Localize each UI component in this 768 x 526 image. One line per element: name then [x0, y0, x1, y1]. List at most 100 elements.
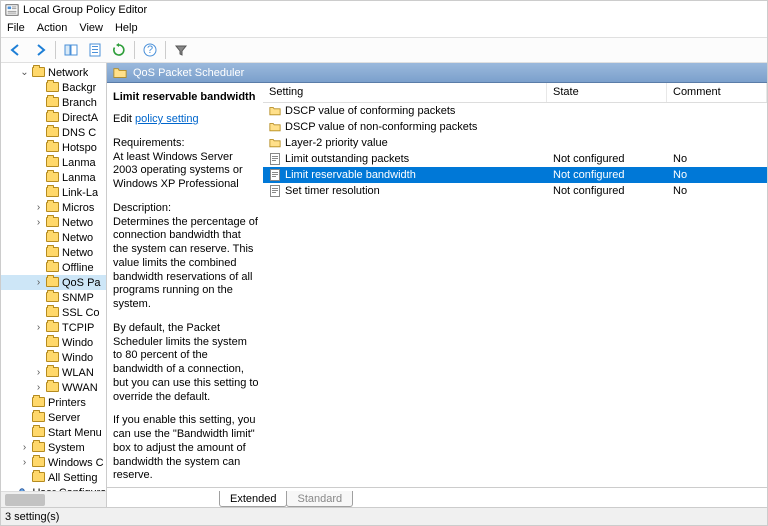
forward-button[interactable] — [29, 39, 51, 61]
tree-item-label: WLAN — [62, 367, 94, 379]
tree-item[interactable]: Lanma — [1, 170, 106, 185]
tree-item[interactable]: Lanma — [1, 155, 106, 170]
tree-item-label: SNMP — [62, 292, 94, 304]
folder-icon — [32, 457, 46, 469]
help-button[interactable]: ? — [139, 39, 161, 61]
folder-icon — [32, 397, 46, 409]
setting-heading: Limit reservable bandwidth — [113, 91, 259, 103]
col-header-setting[interactable]: Setting — [263, 83, 547, 102]
menu-action[interactable]: Action — [37, 22, 68, 34]
tree-item[interactable]: Windo — [1, 350, 106, 365]
expand-icon[interactable]: › — [33, 277, 44, 288]
tree-item[interactable]: DirectA — [1, 110, 106, 125]
tree-item[interactable]: Hotspo — [1, 140, 106, 155]
tree-item[interactable]: Windo — [1, 335, 106, 350]
menu-file[interactable]: File — [7, 22, 25, 34]
scrollbar-thumb[interactable] — [5, 494, 45, 506]
tree-item[interactable]: Server — [1, 410, 106, 425]
toolbar: ? — [1, 37, 767, 63]
tree-item-label: Hotspo — [62, 142, 97, 154]
menu-view[interactable]: View — [79, 22, 103, 34]
tab-standard[interactable]: Standard — [286, 491, 353, 507]
expand-icon[interactable]: › — [33, 217, 44, 228]
back-button[interactable] — [5, 39, 27, 61]
tree-item[interactable]: Printers — [1, 395, 106, 410]
tree-item[interactable]: ›Windows C — [1, 455, 106, 470]
tree-item[interactable]: All Setting — [1, 470, 106, 485]
tree-item[interactable]: ⌄Network — [1, 65, 106, 80]
tree-item[interactable]: SSL Co — [1, 305, 106, 320]
requirements-text: At least Windows Server 2003 operating s… — [113, 151, 259, 192]
col-header-comment[interactable]: Comment — [667, 83, 767, 102]
tree-item-label: WWAN — [62, 382, 98, 394]
tree-item[interactable]: Backgr — [1, 80, 106, 95]
setting-row[interactable]: Limit outstanding packetsNot configuredN… — [263, 151, 767, 167]
folder-icon — [32, 412, 46, 424]
description-text-2: By default, the Packet Scheduler limits … — [113, 322, 259, 405]
list-rows[interactable]: DSCP value of conforming packets DSCP val… — [263, 103, 767, 487]
tree-item[interactable]: Link-La — [1, 185, 106, 200]
edit-policy-link[interactable]: policy setting — [135, 113, 199, 125]
tree-item[interactable]: › WLAN — [1, 365, 106, 380]
expand-icon[interactable]: › — [19, 442, 30, 453]
policy-icon — [269, 169, 281, 181]
tree-item[interactable]: Netwo — [1, 230, 106, 245]
expand-icon[interactable]: › — [33, 322, 44, 333]
status-bar: 3 setting(s) — [1, 507, 767, 525]
tree-item[interactable]: ›Netwo — [1, 215, 106, 230]
tree-item[interactable]: ›Micros — [1, 200, 106, 215]
folder-icon — [46, 292, 60, 304]
status-text: 3 setting(s) — [5, 511, 59, 523]
tree-item[interactable]: Netwo — [1, 245, 106, 260]
menu-help[interactable]: Help — [115, 22, 138, 34]
setting-name: DSCP value of non-conforming packets — [285, 121, 477, 133]
expand-icon[interactable]: › — [33, 202, 44, 213]
setting-name: Limit outstanding packets — [285, 153, 409, 165]
tree-item[interactable]: ›System — [1, 440, 106, 455]
refresh-button[interactable] — [108, 39, 130, 61]
toolbar-separator — [55, 41, 56, 59]
folder-icon — [46, 367, 60, 379]
tree-item-label: All Setting — [48, 472, 98, 484]
folder-icon — [46, 172, 60, 184]
setting-row[interactable]: Limit reservable bandwidthNot configured… — [263, 167, 767, 183]
setting-row[interactable]: Set timer resolutionNot configuredNo — [263, 183, 767, 199]
settings-list: Setting State Comment DSCP value of conf… — [263, 83, 767, 487]
setting-row[interactable]: Layer-2 priority value — [263, 135, 767, 151]
col-header-state[interactable]: State — [547, 83, 667, 102]
setting-row[interactable]: DSCP value of conforming packets — [263, 103, 767, 119]
description-text-3: If you enable this setting, you can use … — [113, 414, 259, 483]
folder-icon — [269, 121, 281, 133]
tree-item-label: Lanma — [62, 172, 96, 184]
nav-tree[interactable]: ⌄NetworkBackgrBranchDirectADNS CHotspoLa… — [1, 65, 106, 507]
tree-item[interactable]: Offline — [1, 260, 106, 275]
expand-icon[interactable]: › — [19, 457, 30, 468]
toolbar-separator — [134, 41, 135, 59]
folder-icon — [32, 442, 46, 454]
policy-icon — [269, 185, 281, 197]
tree-item-label: Offline — [62, 262, 94, 274]
expand-icon[interactable]: › — [33, 367, 44, 378]
properties-button[interactable] — [84, 39, 106, 61]
tab-extended[interactable]: Extended — [219, 491, 287, 507]
tree-item[interactable]: Branch — [1, 95, 106, 110]
tree-item[interactable]: Start Menu — [1, 425, 106, 440]
tree-item-label: QoS Pa — [62, 277, 101, 289]
setting-row[interactable]: DSCP value of non-conforming packets — [263, 119, 767, 135]
tree-horizontal-scrollbar[interactable] — [1, 491, 106, 507]
content-pane: QoS Packet Scheduler Limit reservable ba… — [107, 63, 767, 507]
tree-item[interactable]: DNS C — [1, 125, 106, 140]
filter-button[interactable] — [170, 39, 192, 61]
description-text-1: Determines the percentage of connection … — [113, 216, 259, 312]
collapse-icon[interactable]: ⌄ — [19, 67, 30, 78]
show-hide-tree-button[interactable] — [60, 39, 82, 61]
expand-icon[interactable]: › — [33, 382, 44, 393]
tree-item[interactable]: › QoS Pa — [1, 275, 106, 290]
tree-item[interactable]: › WWAN — [1, 380, 106, 395]
tree-item[interactable]: SNMP — [1, 290, 106, 305]
folder-icon — [32, 472, 46, 484]
tree-item-label: DirectA — [62, 112, 98, 124]
folder-icon — [46, 97, 60, 109]
tree-item-label: TCPIP — [62, 322, 94, 334]
tree-item[interactable]: › TCPIP — [1, 320, 106, 335]
